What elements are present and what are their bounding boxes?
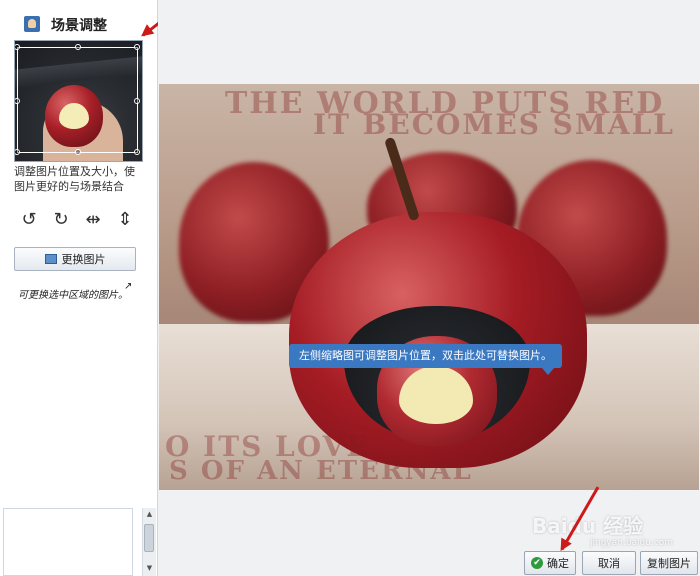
transform-toolbar: ↺ ↻ ⇹ ⇕ bbox=[18, 208, 138, 232]
crop-handle-right[interactable] bbox=[134, 98, 140, 104]
flip-horizontal-icon[interactable]: ⇹ bbox=[82, 208, 104, 230]
main-area: THE WORLD PUTS RED IT BECOMES SMALL O IT… bbox=[158, 0, 700, 576]
rotate-right-icon[interactable]: ↻ bbox=[50, 208, 72, 230]
thumbnail[interactable] bbox=[14, 40, 143, 162]
left-panel: 场景调整 调整图片位置及大小，使图片更好的与场景结合 ↺ ↻ ⇹ ⇕ 更换图片 … bbox=[0, 0, 158, 576]
overlay-text-4: S OF AN ETERNAL bbox=[169, 456, 473, 486]
panel-title: 场景调整 bbox=[51, 18, 107, 34]
crop-handle-left[interactable] bbox=[15, 98, 20, 104]
scrollbar[interactable]: ▲ ▼ bbox=[142, 508, 156, 576]
cancel-label: 取消 bbox=[598, 557, 620, 570]
baidu-watermark-sub: jingyan.baidu.com bbox=[590, 538, 674, 548]
confirm-button[interactable]: ✔ 确定 bbox=[524, 551, 576, 575]
image-icon bbox=[44, 254, 57, 264]
handwritten-mark: ↗ bbox=[124, 281, 133, 292]
crop-handle-top[interactable] bbox=[75, 44, 81, 50]
crop-box[interactable] bbox=[15, 44, 140, 155]
crop-handle-bottom-right[interactable] bbox=[134, 149, 140, 155]
crop-handle-top-left[interactable] bbox=[15, 44, 20, 50]
crop-handle-top-right[interactable] bbox=[134, 44, 140, 50]
copy-image-label: 复制图片 bbox=[647, 557, 691, 570]
copy-image-button[interactable]: 复制图片 bbox=[640, 551, 698, 575]
check-icon: ✔ bbox=[531, 557, 543, 569]
scroll-up-icon[interactable]: ▲ bbox=[143, 508, 156, 520]
scroll-thumb[interactable] bbox=[144, 524, 154, 552]
confirm-label: 确定 bbox=[547, 557, 569, 570]
replace-image-button[interactable]: 更换图片 bbox=[14, 247, 136, 271]
scene-icon bbox=[24, 16, 40, 32]
rotate-left-icon[interactable]: ↺ bbox=[18, 208, 40, 230]
tooltip: 左侧缩略图可调整图片位置，双击此处可替换图片。 bbox=[289, 344, 562, 375]
crop-handle-bottom[interactable] bbox=[75, 149, 81, 155]
baidu-watermark: Baidu 经验 bbox=[532, 514, 644, 538]
cancel-button[interactable]: 取消 bbox=[582, 551, 636, 575]
crop-handle-bottom-left[interactable] bbox=[15, 149, 20, 155]
scroll-down-icon[interactable]: ▼ bbox=[143, 562, 156, 574]
scene-list[interactable] bbox=[3, 508, 133, 576]
overlay-text-2: IT BECOMES SMALL bbox=[313, 108, 675, 141]
replace-image-label: 更换图片 bbox=[61, 253, 106, 266]
hint-text: 调整图片位置及大小，使图片更好的与场景结合 bbox=[14, 165, 135, 193]
preview-image[interactable]: THE WORLD PUTS RED IT BECOMES SMALL O IT… bbox=[159, 84, 699, 490]
flip-vertical-icon[interactable]: ⇕ bbox=[114, 208, 136, 230]
